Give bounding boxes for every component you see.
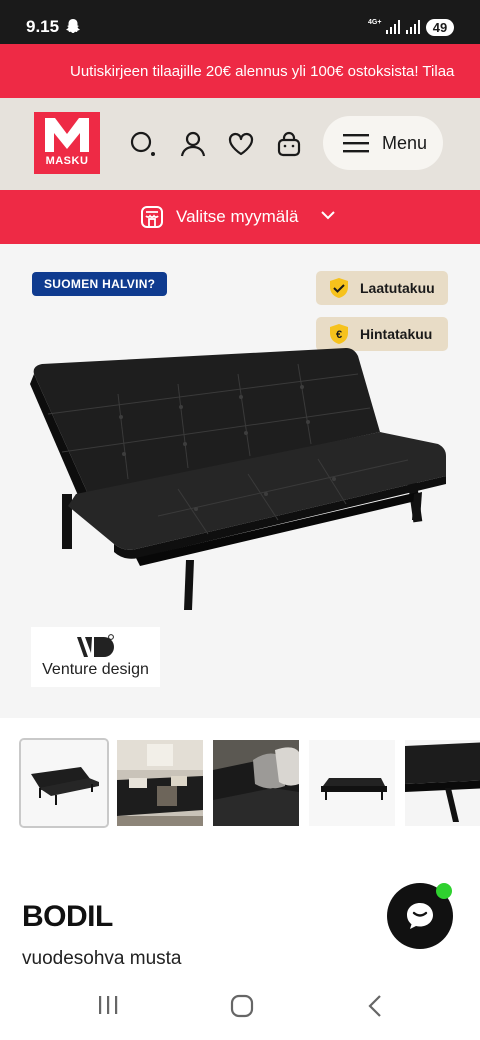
menu-label: Menu (382, 133, 428, 153)
price-guarantee-label: Hintatakuu (360, 326, 433, 342)
chat-button[interactable] (387, 883, 453, 949)
brand-name: Venture design (42, 661, 149, 678)
thumbnail-1[interactable] (19, 738, 109, 828)
online-indicator (436, 883, 452, 899)
system-nav-bar (0, 972, 480, 1040)
store-selector-label: Valitse myymälä (176, 207, 299, 226)
status-time: 9.15 (26, 17, 60, 36)
thumbnail-room-image (117, 740, 203, 826)
sofa-image (30, 348, 446, 610)
search-icon[interactable] (129, 130, 157, 158)
thumbnail-4[interactable] (309, 740, 395, 826)
product-title: BODIL (22, 900, 113, 933)
quality-guarantee-badge[interactable]: Laatutakuu (316, 271, 448, 305)
network-type: 4G+ (368, 19, 382, 26)
app-root: 9.15 4G+ 49 Uutiskirjeen tilaajille 20€ … (0, 0, 480, 1040)
thumbnail-detail-image (213, 740, 299, 826)
home-icon[interactable] (230, 994, 254, 1018)
store-selector[interactable]: Valitse myymälä (0, 190, 480, 244)
cheapest-badge: SUOMEN HALVIN? (32, 272, 168, 296)
snapchat-icon (66, 19, 80, 33)
hamburger-icon (343, 134, 369, 153)
thumbnail-sofa-image (21, 740, 107, 826)
recent-apps-icon[interactable] (97, 994, 119, 1016)
product-main-image[interactable]: SUOMEN HALVIN? Laatutakuu € Hintatakuu V… (0, 244, 480, 718)
thumbnail-5[interactable] (405, 740, 480, 826)
menu-button[interactable]: Menu (323, 116, 443, 170)
chevron-down-icon (321, 211, 335, 220)
euro-shield-icon: € (330, 324, 348, 344)
venture-design-logo (77, 634, 114, 657)
shopping-bag-icon[interactable] (275, 130, 303, 158)
logo-text: MASKU (45, 155, 89, 167)
thumbnail-2[interactable] (117, 740, 203, 826)
heart-icon[interactable] (227, 130, 255, 158)
store-icon (141, 206, 163, 228)
shield-check-icon (330, 278, 348, 298)
status-bar: 9.15 4G+ 49 (0, 0, 480, 44)
product-subtitle: vuodesohva musta (22, 948, 182, 969)
battery-level: 49 (426, 19, 454, 36)
promo-banner[interactable]: Uutiskirjeen tilaajille 20€ alennus yli … (0, 44, 480, 98)
chat-bubble-icon (407, 903, 433, 929)
signal-icon (406, 20, 420, 34)
thumbnail-strip (0, 718, 480, 848)
back-icon[interactable] (367, 994, 383, 1018)
brand-logo[interactable]: Venture design (31, 627, 160, 687)
masku-logo[interactable]: MASKU (34, 112, 100, 174)
logo-m-mark (45, 118, 89, 152)
thumbnail-leg-detail-image (405, 740, 480, 826)
thumbnail-flat-sofa-image (309, 740, 395, 826)
promo-text: Uutiskirjeen tilaajille 20€ alennus yli … (70, 63, 455, 80)
signal-icon (386, 20, 400, 34)
quality-guarantee-label: Laatutakuu (360, 280, 435, 296)
site-header: MASKU Menu (0, 98, 480, 190)
svg-text:€: € (336, 329, 342, 341)
thumbnail-3[interactable] (213, 740, 299, 826)
user-icon[interactable] (179, 130, 207, 158)
